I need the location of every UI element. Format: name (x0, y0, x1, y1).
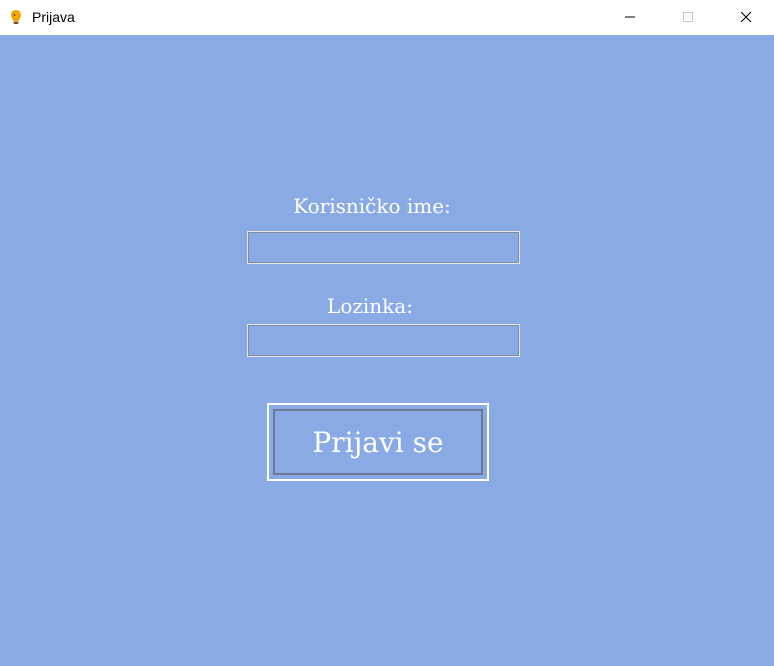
title-bar[interactable]: Prijava (0, 0, 774, 35)
password-input[interactable] (248, 325, 519, 356)
login-window: Prijava Korisničko ime: Lozinka: Prijavi… (0, 0, 774, 666)
username-label: Korisničko ime: (293, 194, 451, 218)
password-label: Lozinka: (327, 294, 413, 318)
close-icon (740, 10, 752, 26)
app-icon (8, 9, 24, 25)
login-form: Korisničko ime: Lozinka: Prijavi se (0, 35, 774, 666)
window-title: Prijava (32, 9, 75, 25)
minimize-icon (624, 10, 636, 26)
minimize-button[interactable] (601, 0, 659, 35)
maximize-button[interactable] (659, 0, 717, 35)
username-field-frame (247, 231, 520, 264)
login-button[interactable]: Prijavi se (267, 403, 489, 481)
close-button[interactable] (717, 0, 774, 35)
maximize-icon (682, 10, 694, 26)
login-button-label: Prijavi se (273, 409, 483, 475)
username-input[interactable] (248, 232, 519, 263)
password-field-frame (247, 324, 520, 357)
